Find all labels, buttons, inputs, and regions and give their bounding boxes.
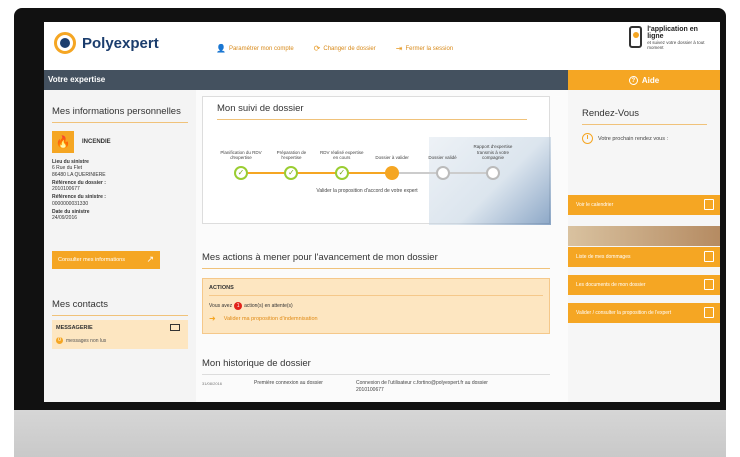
app-promo[interactable]: l'application en ligne et suivez votre d…: [625, 22, 720, 70]
calendar-icon: [704, 199, 714, 210]
nav-change-folder[interactable]: ⟳ Changer de dossier: [314, 44, 376, 53]
claim-info: Lieu du sinistre 6 Rue du Flet 86480 LA …: [52, 159, 188, 221]
pending-count-badge: 1: [234, 302, 243, 310]
calendar-button[interactable]: Voir le calendrier: [568, 195, 720, 215]
unread-label: messages non lus: [66, 337, 107, 344]
user-icon: 👤: [216, 44, 226, 53]
history-title: Mon historique de dossier: [202, 358, 550, 375]
info-value: 0000000031330: [52, 200, 89, 207]
step-done-check-icon: ✓: [284, 166, 299, 180]
messaging-label: MESSAGERIE: [56, 325, 93, 332]
consult-info-button[interactable]: Consulter mes informations: [52, 251, 160, 270]
info-value: 6 Rue du Flet 86480 LA QUERINIERE: [52, 165, 106, 178]
clock-icon: [582, 133, 593, 144]
next-appointment: Votre prochain rendez vous :: [582, 133, 668, 144]
smartphone-icon: [629, 26, 643, 48]
tracking-title: Mon suivi de dossier: [217, 103, 527, 120]
button-label: Les documents de mon dossier: [576, 282, 646, 288]
history-detail: Connexion de l'utilisateur c.fortino@pol…: [356, 380, 488, 393]
info-value: 24/09/2016: [52, 215, 78, 221]
nav-logout[interactable]: ⇥ Fermer la session: [396, 44, 453, 53]
section-bar: Votre expertise: [44, 70, 568, 90]
button-label: Voir le calendrier: [576, 202, 614, 208]
nav-label: Changer de dossier: [323, 45, 376, 52]
unread-messages[interactable]: 0 messages non lus: [56, 337, 184, 345]
step-label: Rapport d'expertise transmis à votre com…: [473, 144, 513, 160]
pending-actions: Vous avez 1 action(s) en attente(s): [209, 302, 543, 310]
top-navigation: 👤 Paramétrer mon compte ⟳ Changer de dossi…: [216, 44, 453, 53]
unread-count: 0: [56, 337, 63, 345]
validate-proposal-button[interactable]: Valider / consulter la proposition de l'…: [568, 303, 720, 323]
nav-account-settings[interactable]: 👤 Paramétrer mon compte: [216, 44, 294, 53]
help-icon: ?: [628, 75, 638, 85]
step-pending-marker: [435, 166, 450, 180]
step-label: Dossier validé: [428, 154, 457, 160]
appointment-title: Rendez-Vous: [582, 108, 707, 125]
contacts-title: Mes contacts: [52, 299, 188, 317]
step-label: Préparation de l'expertise: [276, 149, 307, 160]
promo-subtitle: et suivez votre dossier à tout moment: [647, 40, 705, 51]
arrow-right-icon: ➜: [209, 314, 216, 323]
web-page: Polyexpert 👤 Paramétrer mon compte ⟳ Chang…: [44, 22, 720, 402]
tracking-note: Valider la proposition d'accord de votre…: [316, 188, 418, 194]
pending-prefix: Vous avez: [209, 303, 233, 309]
step-current-marker: [385, 166, 400, 180]
pending-suffix: action(s) en attente(s): [244, 303, 293, 309]
step-pending-marker: [486, 166, 500, 180]
nav-label: Fermer la session: [405, 45, 454, 52]
step-labels: Planification du RDV d'expertise Prépara…: [217, 130, 517, 160]
actions-title: Mes actions à mener pour l'avancement de…: [202, 252, 550, 269]
header: Polyexpert 👤 Paramétrer mon compte ⟳ Chang…: [44, 22, 720, 70]
step-done-check-icon: ✓: [234, 166, 248, 180]
brand-name: Polyexpert: [82, 34, 159, 52]
claim-type: 🔥 INCENDIE: [52, 131, 188, 153]
decor-photo: [568, 226, 720, 246]
logo-icon: [54, 32, 76, 54]
claim-type-label: INCENDIE: [82, 139, 111, 145]
validate-offer-label: Valider ma proposition d'indemnisation: [223, 315, 318, 322]
button-label: Liste de mes dommages: [576, 254, 631, 260]
step-label: Dossier à valider: [375, 154, 409, 160]
device-base: [14, 410, 726, 457]
document-icon: [704, 279, 714, 290]
device-mockup: Polyexpert 👤 Paramétrer mon compte ⟳ Chang…: [0, 0, 740, 457]
fire-icon: 🔥: [52, 131, 74, 153]
history-event: Première connexion au dossier: [254, 380, 323, 386]
step-done-check-icon: ✓: [334, 166, 349, 180]
brand-logo[interactable]: Polyexpert: [54, 32, 159, 54]
history-date: 31/08/2016: [202, 381, 223, 386]
left-column: Mes informations personnelles 🔥 INCENDIE…: [44, 90, 196, 402]
damages-list-button[interactable]: Liste de mes dommages: [568, 247, 720, 267]
next-appointment-label: Votre prochain rendez vous :: [598, 135, 669, 142]
personal-info-title: Mes informations personnelles: [52, 90, 188, 123]
step-label: Planification du RDV d'expertise: [220, 149, 262, 160]
history-row: 31/08/2016 Première connexion au dossier…: [202, 380, 550, 394]
promo-title: l'application en ligne: [647, 26, 698, 40]
info-value: 2010100677: [52, 186, 80, 192]
folder-tracking-panel: Mon suivi de dossier Planification du RD…: [202, 96, 551, 225]
actions-box: ACTIONS Vous avez 1 action(s) en attente…: [202, 278, 550, 334]
document-check-icon: [704, 307, 714, 318]
refresh-icon: ⟳: [313, 44, 321, 53]
actions-head: ACTIONS: [209, 285, 543, 296]
right-column: Rendez-Vous Votre prochain rendez vous :…: [568, 90, 720, 402]
progress-track: ✓ ✓ ✓: [217, 164, 517, 182]
step-label: RDV réalisé expertise en cours: [320, 149, 364, 160]
main-content: Mon suivi de dossier Planification du RD…: [202, 90, 568, 402]
messaging-box[interactable]: MESSAGERIE 0 messages non lus: [52, 320, 188, 350]
hammer-icon: [704, 251, 714, 262]
envelope-icon: [170, 324, 180, 332]
help-button[interactable]: ? Aide: [568, 70, 720, 90]
logout-icon: ⇥: [395, 44, 403, 53]
validate-offer-link[interactable]: ➜ Valider ma proposition d'indemnisation: [209, 314, 543, 323]
documents-button[interactable]: Les documents de mon dossier: [568, 275, 720, 295]
help-label: Aide: [641, 75, 660, 85]
button-label: Valider / consulter la proposition de l'…: [576, 310, 672, 316]
nav-label: Paramétrer mon compte: [228, 45, 294, 52]
